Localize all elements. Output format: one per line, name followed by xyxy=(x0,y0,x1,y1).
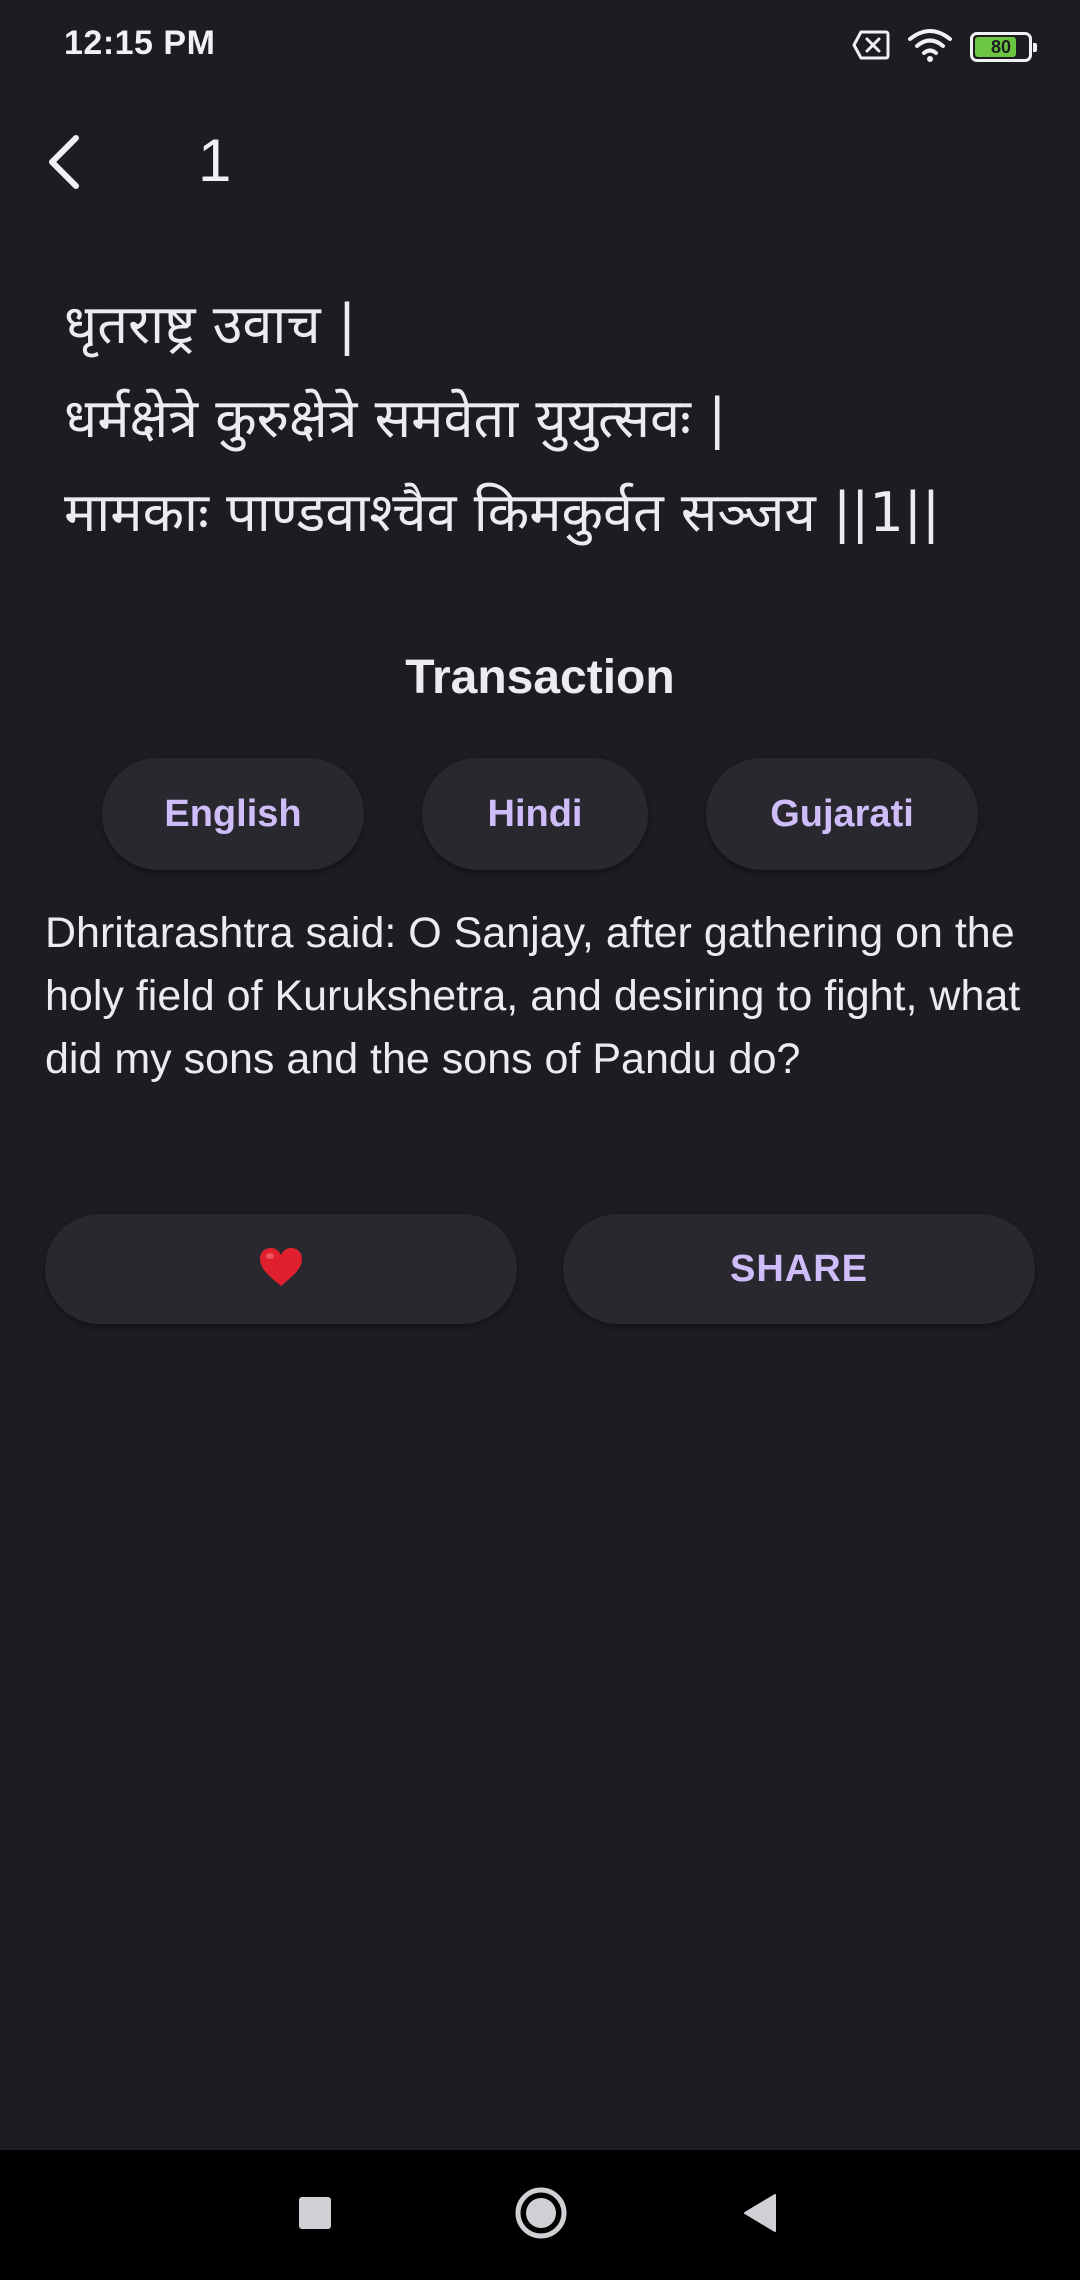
share-button[interactable]: SHARE xyxy=(563,1214,1035,1324)
system-back-button[interactable] xyxy=(724,2180,794,2250)
page-title: 1 xyxy=(198,127,232,194)
translation-text: Dhritarashtra said: O Sanjay, after gath… xyxy=(45,909,1021,1083)
status-time: 12:15 PM xyxy=(64,24,216,62)
status-icons: 80 xyxy=(852,28,1037,67)
back-button[interactable] xyxy=(28,128,100,200)
language-gujarati-button[interactable]: Gujarati xyxy=(706,758,978,870)
battery-level: 80 xyxy=(990,37,1012,57)
navigation-bar xyxy=(0,2150,1080,2280)
back-triangle-icon xyxy=(741,2193,777,2238)
recents-square-icon xyxy=(297,2195,333,2236)
chevron-left-icon xyxy=(42,134,86,195)
battery-icon: 80 xyxy=(970,32,1037,62)
home-circle-icon xyxy=(514,2186,568,2245)
language-hindi-button[interactable]: Hindi xyxy=(422,758,648,870)
shloka-text: धृतराष्ट्र उवाच | धर्मक्षेत्रे कुरुक्षेत… xyxy=(64,293,941,544)
wifi-icon xyxy=(908,28,952,67)
no-sim-icon xyxy=(852,30,890,65)
heart-icon xyxy=(258,1246,304,1293)
status-bar: 12:15 PM 80 xyxy=(0,0,1080,96)
like-button[interactable] xyxy=(45,1214,517,1324)
language-english-button[interactable]: English xyxy=(102,758,364,870)
home-button[interactable] xyxy=(506,2180,576,2250)
app-bar: 1 xyxy=(0,110,1080,220)
recents-button[interactable] xyxy=(280,2180,350,2250)
section-heading: Transaction xyxy=(405,651,675,704)
